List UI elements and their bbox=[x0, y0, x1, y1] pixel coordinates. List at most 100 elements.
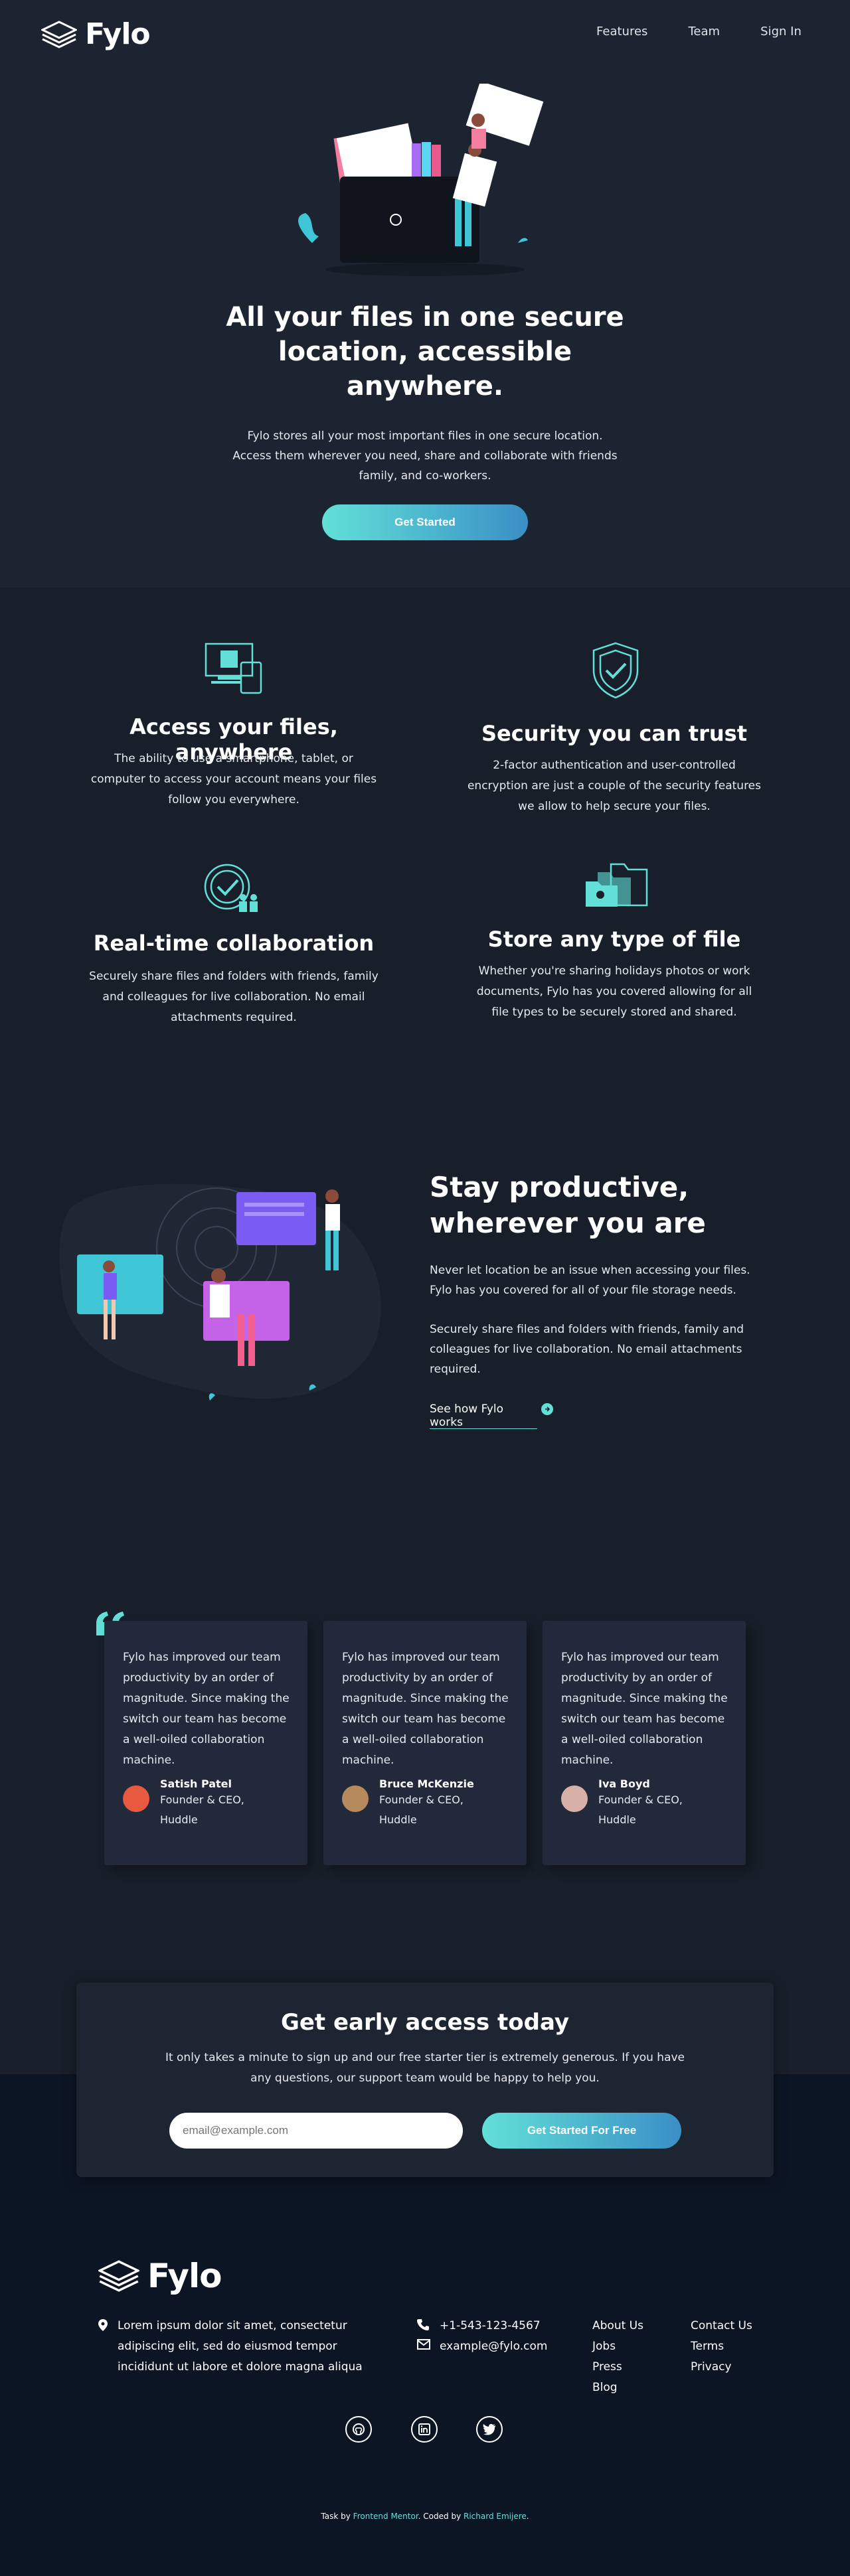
quote-line: Fylo has improved our team bbox=[123, 1651, 281, 1664]
collaboration-icon bbox=[204, 864, 258, 912]
github-icon[interactable] bbox=[345, 2416, 372, 2443]
testimonial-quote: Fylo has improved our team productivity … bbox=[123, 1647, 290, 1771]
logo-icon bbox=[98, 2260, 139, 2292]
footer-link-blog[interactable]: Blog bbox=[592, 2378, 643, 2398]
get-started-free-button[interactable]: Get Started For Free bbox=[482, 2113, 681, 2149]
hero-illustration bbox=[298, 84, 544, 276]
main-nav: Features Team Sign In bbox=[559, 25, 802, 38]
productive-illustration bbox=[59, 1183, 381, 1401]
early-access-title: Get early access today bbox=[280, 2009, 570, 2036]
quote-line: a well-oiled collaboration bbox=[561, 1733, 703, 1746]
productive-text-line: colleagues for live collaboration. No em… bbox=[430, 1343, 742, 1356]
attribution-prefix: Task by bbox=[321, 2512, 351, 2521]
feature-text-line: and colleagues for live collaboration. N… bbox=[102, 990, 365, 1004]
productive-text-line: Never let location be an issue when acce… bbox=[430, 1264, 750, 1277]
nav-team[interactable]: Team bbox=[689, 25, 721, 38]
productive-text-line: Fylo has you covered for all of your fil… bbox=[430, 1284, 736, 1297]
feature-text: Whether you're sharing holidays photos o… bbox=[465, 961, 764, 1023]
address-line: adipiscing elit, sed do eiusmod tempor bbox=[118, 2340, 337, 2353]
testimonial-role: Founder & CEO, bbox=[160, 1793, 244, 1806]
feature-text-line: encryption are just a couple of the secu… bbox=[467, 779, 762, 793]
avatar bbox=[342, 1785, 369, 1812]
quote-line: productivity by an order of bbox=[342, 1671, 493, 1685]
feature-text: 2-factor authentication and user-control… bbox=[465, 755, 764, 817]
quote-line: Fylo has improved our team bbox=[342, 1651, 500, 1664]
see-how-fylo-works-link[interactable]: See how Fylo works bbox=[430, 1401, 537, 1429]
testimonial-company: Huddle bbox=[598, 1813, 636, 1826]
footer-address: Lorem ipsum dolor sit amet, consectetur … bbox=[118, 2316, 383, 2378]
link-label: See how Fylo works bbox=[430, 1402, 503, 1429]
early-access-text: It only takes a minute to sign up and ou… bbox=[76, 2048, 774, 2089]
quote-line: a well-oiled collaboration bbox=[123, 1733, 265, 1746]
productive-text-line: Securely share files and folders with fr… bbox=[430, 1323, 744, 1336]
testimonial-quote: Fylo has improved our team productivity … bbox=[561, 1647, 728, 1771]
productive-paragraph-2: Securely share files and folders with fr… bbox=[430, 1320, 775, 1379]
footer-logo[interactable]: Fylo bbox=[98, 2257, 222, 2295]
feature-title: Real-time collaboration bbox=[93, 931, 375, 956]
footer-link-contact-us[interactable]: Contact Us bbox=[691, 2316, 752, 2336]
early-access-card: Get early access today It only takes a m… bbox=[76, 1983, 774, 2177]
attribution-suffix: . bbox=[526, 2512, 529, 2521]
productive-title-line: Stay productive, bbox=[430, 1171, 689, 1203]
header-logo[interactable]: Fylo bbox=[41, 17, 151, 51]
feature-text-line: Whether you're sharing holidays photos o… bbox=[478, 964, 750, 978]
phone-icon bbox=[417, 2319, 429, 2330]
productive-title: Stay productive, wherever you are bbox=[430, 1170, 775, 1241]
hero-subtitle-line: Fylo stores all your most important file… bbox=[247, 429, 603, 443]
nav-features[interactable]: Features bbox=[596, 25, 647, 38]
testimonial-quote: Fylo has improved our team productivity … bbox=[342, 1647, 509, 1771]
quote-line: machine. bbox=[342, 1754, 394, 1767]
arrow-right-icon[interactable] bbox=[541, 1403, 553, 1415]
quote-line: magnitude. Since making the bbox=[561, 1692, 728, 1705]
footer-email[interactable]: example@fylo.com bbox=[440, 2336, 547, 2357]
footer-phone[interactable]: +1-543-123-4567 bbox=[440, 2316, 541, 2336]
testimonial-name: Iva Boyd bbox=[598, 1778, 650, 1790]
email-icon bbox=[417, 2339, 430, 2350]
feature-text-line: file types to be securely stored and sha… bbox=[491, 1006, 737, 1019]
testimonial-card: Fylo has improved our team productivity … bbox=[323, 1621, 527, 1865]
testimonial-card: Fylo has improved our team productivity … bbox=[104, 1621, 307, 1865]
attribution-mid: . Coded by bbox=[418, 2512, 462, 2521]
quote-line: magnitude. Since making the bbox=[123, 1692, 290, 1705]
footer-link-jobs[interactable]: Jobs bbox=[592, 2336, 643, 2357]
feature-text-line: The ability to use a smartphone, tablet,… bbox=[114, 752, 353, 765]
early-access-text-line: any questions, our support team would be… bbox=[250, 2072, 600, 2085]
avatar bbox=[123, 1785, 149, 1812]
twitter-icon[interactable] bbox=[476, 2416, 503, 2443]
footer-link-terms[interactable]: Terms bbox=[691, 2336, 752, 2357]
feature-title: Security you can trust bbox=[481, 721, 747, 746]
email-input[interactable] bbox=[169, 2113, 463, 2149]
address-line: incididunt ut labore et dolore magna ali… bbox=[118, 2360, 363, 2374]
logo-icon bbox=[41, 20, 77, 48]
testimonial-company: Huddle bbox=[379, 1813, 417, 1826]
linkedin-icon[interactable] bbox=[411, 2416, 438, 2443]
footer-link-press[interactable]: Press bbox=[592, 2357, 643, 2378]
early-access-text-line: It only takes a minute to sign up and ou… bbox=[165, 2051, 685, 2064]
testimonial-company: Huddle bbox=[160, 1813, 198, 1826]
testimonial-name: Satish Patel bbox=[160, 1778, 232, 1790]
nav-sign-in[interactable]: Sign In bbox=[760, 25, 802, 38]
devices-icon bbox=[205, 643, 262, 694]
feature-text-line: 2-factor authentication and user-control… bbox=[493, 759, 736, 772]
quote-line: machine. bbox=[123, 1754, 175, 1767]
address-line: Lorem ipsum dolor sit amet, consectetur bbox=[118, 2319, 347, 2332]
get-started-button[interactable]: Get Started bbox=[322, 504, 528, 540]
quote-line: switch our team has become bbox=[342, 1712, 506, 1726]
quote-line: magnitude. Since making the bbox=[342, 1692, 509, 1705]
logo-text: Fylo bbox=[147, 2257, 222, 2295]
hero-title-line: anywhere. bbox=[346, 371, 504, 402]
feature-text-line: follow you everywhere. bbox=[168, 793, 299, 806]
feature-title: Store any type of file bbox=[487, 927, 741, 952]
author-link[interactable]: Richard Emijere bbox=[464, 2512, 527, 2521]
footer-link-about-us[interactable]: About Us bbox=[592, 2316, 643, 2336]
location-pin-icon bbox=[98, 2319, 108, 2331]
feature-text: The ability to use a smartphone, tablet,… bbox=[86, 749, 381, 810]
hero-subtitle-line: Access them wherever you need, share and… bbox=[232, 449, 618, 463]
testimonial-role: Founder & CEO, bbox=[598, 1793, 683, 1806]
feature-text-line: computer to access your account means yo… bbox=[90, 773, 377, 786]
feature-text-line: attachments required. bbox=[171, 1011, 297, 1024]
footer-links-col1: About Us Jobs Press Blog bbox=[592, 2316, 643, 2398]
footer-link-privacy[interactable]: Privacy bbox=[691, 2357, 752, 2378]
frontend-mentor-link[interactable]: Frontend Mentor bbox=[353, 2512, 418, 2521]
hero-subtitle-line: family, and co-workers. bbox=[359, 469, 491, 483]
